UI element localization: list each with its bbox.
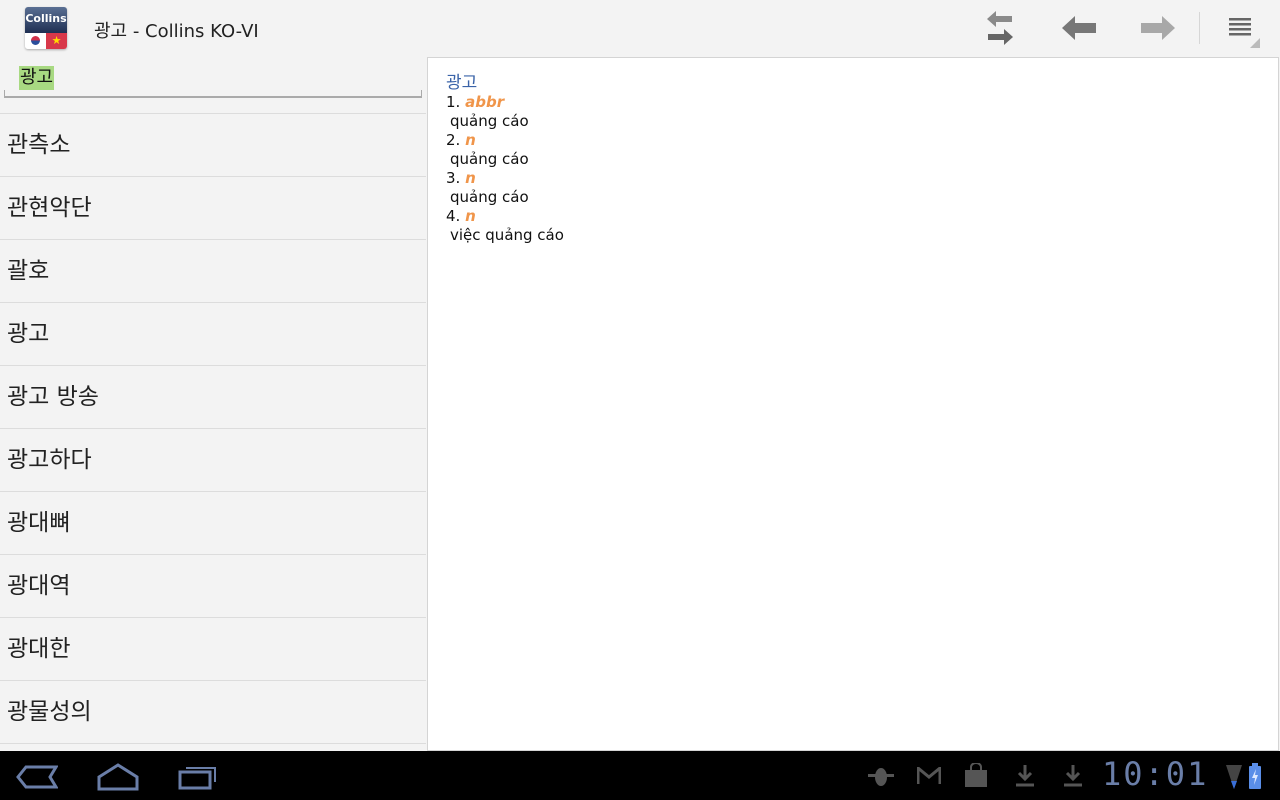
swap-direction-button[interactable] <box>980 8 1020 48</box>
forward-arrow-icon <box>1141 16 1175 40</box>
signal-icon <box>1226 765 1242 789</box>
market-icon[interactable] <box>965 763 987 787</box>
action-bar: Collins ★ 광고 - Collins KO-VI <box>0 0 1280 56</box>
list-item[interactable]: 광물성의 <box>0 680 426 743</box>
list-item[interactable]: 괄호 <box>0 239 426 302</box>
translation: quảng cáo <box>450 188 529 206</box>
vietnam-flag-icon: ★ <box>46 33 67 49</box>
sense: 4. n <box>446 207 1278 226</box>
sense: 3. n <box>446 169 1278 188</box>
list-item-divider <box>0 743 426 750</box>
gmail-icon[interactable] <box>917 767 941 785</box>
list-item[interactable]: 광고 <box>0 302 426 365</box>
list-item[interactable]: 광대뼈 <box>0 491 426 554</box>
sense-number: 2. <box>446 131 461 149</box>
list-item[interactable]: 광고 방송 <box>0 365 426 428</box>
toolbar-divider <box>1199 12 1200 44</box>
list-item[interactable]: 관측소 <box>0 113 426 176</box>
part-of-speech: n <box>465 169 476 187</box>
part-of-speech: n <box>465 131 476 149</box>
sense-number: 1. <box>446 93 461 111</box>
debug-icon[interactable] <box>868 765 894 787</box>
clock[interactable]: 10:01 <box>1102 755 1208 793</box>
home-nav-icon[interactable] <box>97 763 139 791</box>
app-logo[interactable]: Collins ★ <box>25 7 67 49</box>
back-button[interactable] <box>1059 8 1099 48</box>
sense: 1. abbr <box>446 93 1278 112</box>
list-item[interactable]: 광대한 <box>0 617 426 680</box>
menu-icon <box>1229 18 1260 48</box>
back-nav-icon[interactable] <box>16 765 58 789</box>
entry-panel: 광고 1. abbr quảng cáo 2. n quảng cáo 3. n… <box>427 57 1279 751</box>
system-bar <box>0 751 1280 800</box>
forward-button[interactable] <box>1138 8 1178 48</box>
list-item[interactable]: 광대역 <box>0 554 426 617</box>
part-of-speech: abbr <box>465 93 505 111</box>
translation: quảng cáo <box>450 150 529 168</box>
list-item[interactable]: 광고하다 <box>0 428 426 491</box>
sense-number: 3. <box>446 169 461 187</box>
download-icon[interactable] <box>1015 765 1035 787</box>
back-arrow-icon <box>1062 16 1096 40</box>
word-list[interactable]: 관측소 관현악단 괄호 광고 광고 방송 광고하다 광대뼈 광대역 광대한 광물… <box>0 113 426 750</box>
menu-button[interactable] <box>1222 8 1262 48</box>
list-item[interactable]: 관현악단 <box>0 176 426 239</box>
search-input[interactable]: 광고 <box>4 60 422 98</box>
download-icon[interactable] <box>1063 765 1083 787</box>
korea-flag-icon <box>25 33 46 49</box>
sense-number: 4. <box>446 207 461 225</box>
headword: 광고 <box>446 73 478 93</box>
recent-apps-icon[interactable] <box>178 764 218 790</box>
battery-charging-icon <box>1249 763 1261 789</box>
window-title: 광고 - Collins KO-VI <box>94 21 259 42</box>
translation: việc quảng cáo <box>450 226 564 244</box>
swap-direction-icon <box>987 11 1013 45</box>
translation: quảng cáo <box>450 112 529 130</box>
part-of-speech: n <box>465 207 476 225</box>
sense: 2. n <box>446 131 1278 150</box>
search-value: 광고 <box>19 66 55 90</box>
